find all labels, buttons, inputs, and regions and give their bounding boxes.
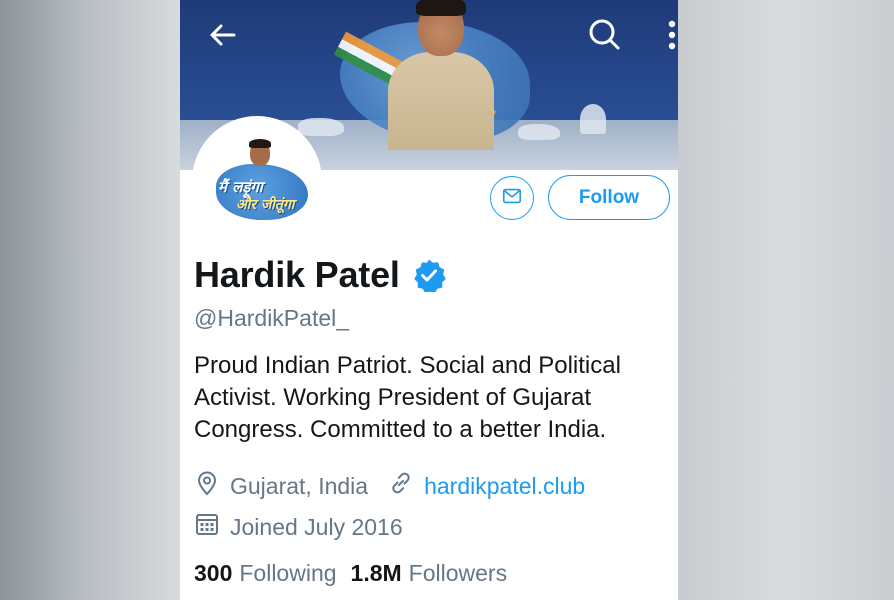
profile-bio: Proud Indian Patriot. Social and Politic…: [194, 352, 621, 443]
avatar[interactable]: मैं लड़ूंगा और जीतूंगा: [196, 120, 318, 242]
follow-stats: 300 Following 1.8M Followers: [194, 560, 507, 587]
avatar-slogan: मैं लड़ूंगा और जीतूंगा: [218, 178, 318, 214]
link-icon: [388, 470, 424, 502]
arrow-left-icon[interactable]: [208, 20, 238, 50]
avatar-slogan-line2: और जीतूंगा: [236, 197, 295, 213]
profile-meta-row: Gujarat, India hardikpatel.club: [194, 470, 585, 502]
background-right: [678, 0, 894, 600]
name-row: Hardik Patel: [194, 254, 446, 296]
follow-button[interactable]: Follow: [548, 175, 670, 220]
banner-cow-silhouette: [518, 124, 560, 140]
following-link[interactable]: 300 Following: [194, 560, 337, 587]
location-pin-icon: [194, 470, 230, 502]
followers-count: 1.8M: [350, 560, 402, 586]
profile-screen: मैं लड़ूंगा और जीतूंगा Follow Hardik Pat…: [180, 0, 678, 600]
following-label: Following: [239, 560, 337, 586]
location-text: Gujarat, India: [230, 472, 369, 499]
verified-badge-icon: [412, 258, 446, 294]
followers-link[interactable]: 1.8M Followers: [351, 560, 508, 587]
username-handle: @HardikPatel_: [194, 305, 350, 331]
banner-person: [388, 0, 494, 150]
followers-label: Followers: [408, 560, 508, 586]
more-vertical-icon[interactable]: [666, 18, 678, 52]
message-button[interactable]: [490, 176, 534, 220]
background-left: [0, 0, 180, 600]
website-link[interactable]: hardikpatel.club: [424, 473, 585, 500]
search-icon[interactable]: [587, 17, 621, 51]
following-count: 300: [194, 560, 233, 586]
mail-icon: [501, 185, 523, 212]
joined-date: Joined July 2016: [230, 513, 403, 540]
joined-row: Joined July 2016: [194, 511, 403, 543]
display-name: Hardik Patel: [194, 254, 400, 295]
banner-tree-silhouette: [580, 104, 606, 134]
avatar-slogan-line1: मैं लड़ूंगा: [218, 178, 263, 196]
banner-cow-silhouette: [298, 118, 344, 136]
calendar-icon: [194, 511, 230, 543]
avatar-face: [249, 139, 271, 166]
